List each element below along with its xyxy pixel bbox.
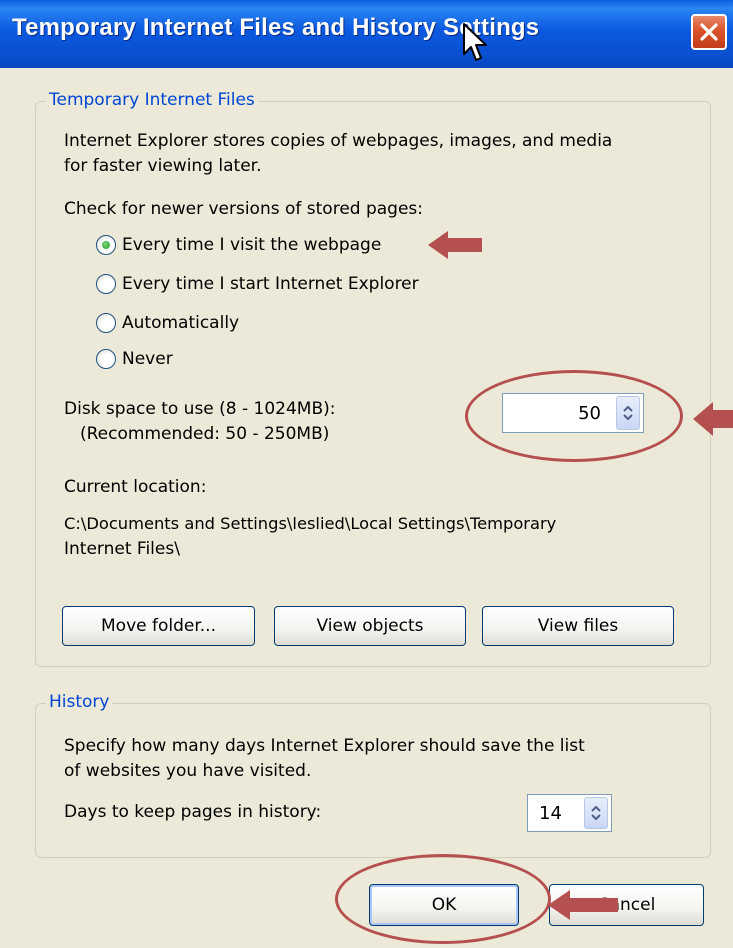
radio-button[interactable] [96,349,116,369]
radio-never[interactable]: Never [96,346,173,372]
history-days-spin-buttons[interactable] [584,797,608,829]
radio-button-checked[interactable] [96,235,116,255]
history-legend: History [46,692,113,712]
mouse-pointer-icon [463,23,487,61]
chevron-up-icon [591,805,601,812]
temp-files-legend: Temporary Internet Files [46,90,258,110]
current-location-path-line2: Internet Files\ [64,539,180,559]
radio-button[interactable] [96,313,116,333]
close-button[interactable] [691,14,727,50]
spin-down-button[interactable] [585,813,607,828]
annotation-arrow-left-icon [548,890,618,920]
view-objects-button[interactable]: View objects [274,606,466,646]
current-location-label: Current location: [64,477,207,497]
history-description-line1: Specify how many days Internet Explorer … [64,736,585,756]
check-newer-label: Check for newer versions of stored pages… [64,199,424,219]
radio-every-visit[interactable]: Every time I visit the webpage [96,232,381,258]
radio-button[interactable] [96,274,116,294]
move-folder-button[interactable]: Move folder... [62,606,255,646]
days-to-keep-label: Days to keep pages in history: [64,802,322,822]
radio-label: Every time I visit the webpage [122,235,382,255]
radio-label: Every time I start Internet Explorer [122,274,419,294]
disk-space-recommended: (Recommended: 50 - 250MB) [80,424,330,444]
current-location-path-line1: C:\Documents and Settings\leslied\Local … [64,514,557,533]
title-bar[interactable]: Temporary Internet Files and History Set… [0,0,733,68]
radio-label: Automatically [122,313,240,333]
annotation-arrow-left-icon [428,231,482,259]
annotation-arrow-left-icon [693,402,733,436]
annotation-ellipse [465,370,683,462]
radio-every-start[interactable]: Every time I start Internet Explorer [96,271,419,297]
disk-space-label: Disk space to use (8 - 1024MB): [64,399,336,419]
temp-files-description-line2: for faster viewing later. [64,156,262,176]
spin-up-button[interactable] [585,798,607,813]
history-days-spinner[interactable] [527,794,612,832]
settings-dialog: Temporary Internet Files and History Set… [0,0,733,948]
temp-files-description-line1: Internet Explorer stores copies of webpa… [64,131,613,151]
view-files-button[interactable]: View files [482,606,674,646]
radio-automatically[interactable]: Automatically [96,310,239,336]
radio-label: Never [122,349,173,369]
close-icon [700,23,718,41]
history-description-line2: of websites you have visited. [64,761,312,781]
dialog-title: Temporary Internet Files and History Set… [12,14,540,41]
chevron-down-icon [591,814,601,821]
annotation-ellipse [335,854,551,944]
history-days-input[interactable] [528,795,580,831]
